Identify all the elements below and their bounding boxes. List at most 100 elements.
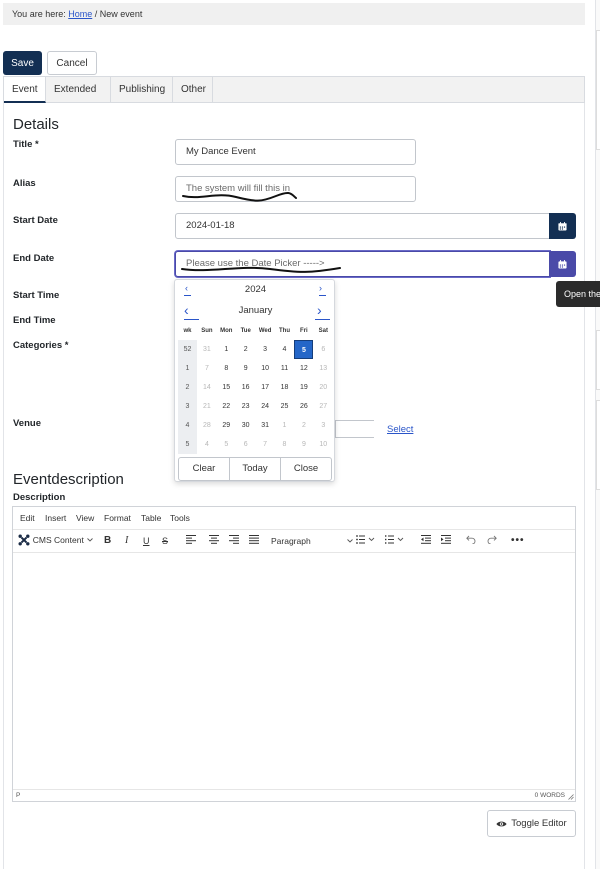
day-cell[interactable]: 4 (197, 435, 216, 454)
day-cell[interactable]: 8 (217, 359, 236, 378)
day-cell[interactable]: 30 (236, 416, 255, 435)
day-cell[interactable]: 11 (275, 359, 294, 378)
align-right-icon[interactable] (229, 535, 239, 548)
cancel-button[interactable]: Cancel (47, 51, 97, 75)
menu-edit[interactable]: Edit (20, 513, 35, 523)
menu-view[interactable]: View (76, 513, 94, 523)
italic-icon[interactable]: I (125, 535, 128, 547)
day-cell[interactable]: 27 (314, 397, 333, 416)
day-cell[interactable]: 1 (275, 416, 294, 435)
day-cell[interactable]: 15 (217, 378, 236, 397)
day-cell[interactable]: 31 (256, 416, 275, 435)
more-options-icon[interactable]: ••• (511, 535, 525, 547)
undo-icon[interactable] (466, 535, 476, 548)
cms-content-label: CMS Content (32, 535, 84, 545)
toggle-editor-button[interactable]: Toggle Editor (487, 810, 576, 837)
selected-day[interactable]: 5 (294, 340, 314, 359)
bold-icon[interactable]: B (104, 535, 111, 547)
tab-publishing[interactable]: Publishing (111, 77, 173, 103)
menu-format[interactable]: Format (104, 513, 131, 523)
end-date-calendar-button[interactable] (549, 251, 576, 277)
breadcrumb-home-link[interactable]: Home (68, 9, 92, 19)
strikethrough-icon[interactable]: S (162, 535, 168, 547)
menu-table[interactable]: Table (141, 513, 161, 523)
day-cell[interactable]: 21 (197, 397, 216, 416)
day-cell[interactable]: 18 (275, 378, 294, 397)
status-path: P (16, 792, 21, 799)
week-number: 5 (178, 435, 197, 454)
editor-statusbar: P 0 WORDS (13, 789, 575, 801)
day-cell[interactable]: 29 (217, 416, 236, 435)
start-date-calendar-button[interactable] (549, 213, 576, 239)
start-date-input[interactable]: 2024-01-18 (175, 213, 550, 239)
day-cell[interactable]: 10 (256, 359, 275, 378)
menu-tools[interactable]: Tools (170, 513, 190, 523)
day-cell[interactable]: 7 (256, 435, 275, 454)
day-cell[interactable]: 10 (314, 435, 333, 454)
clear-button[interactable]: Clear (179, 458, 230, 480)
underline-icon[interactable]: U (143, 535, 150, 547)
day-cell[interactable]: 2 (294, 416, 313, 435)
tab-extended[interactable]: Extended (46, 77, 111, 103)
tab-other[interactable]: Other (173, 77, 213, 103)
venue-select-link[interactable]: Select (387, 424, 413, 435)
day-cell[interactable]: 14 (197, 378, 216, 397)
end-date-input[interactable]: Please use the Date Picker -----> (175, 251, 550, 277)
day-cell[interactable]: 22 (217, 397, 236, 416)
day-cell[interactable]: 9 (294, 435, 313, 454)
day-cell[interactable]: 3 (314, 416, 333, 435)
today-button[interactable]: Today (230, 458, 281, 480)
next-month-button[interactable]: › (317, 302, 322, 318)
block-format-label: Paragraph (271, 536, 311, 546)
redo-icon[interactable] (487, 535, 497, 548)
save-button[interactable]: Save (3, 51, 42, 75)
day-cell[interactable]: 20 (314, 378, 333, 397)
day-cell[interactable]: 16 (236, 378, 255, 397)
numbered-list-icon[interactable] (385, 535, 404, 548)
indent-icon[interactable] (441, 535, 451, 548)
weekday-header: Mon (220, 328, 233, 334)
align-left-icon[interactable] (186, 535, 196, 548)
day-cell[interactable]: 24 (256, 397, 275, 416)
day-cell[interactable]: 13 (314, 359, 333, 378)
align-justify-icon[interactable] (249, 535, 259, 548)
tab-event[interactable]: Event (4, 77, 46, 103)
block-format-select[interactable]: Paragraph (271, 535, 355, 547)
cms-content-button[interactable]: CMS Content (18, 534, 93, 547)
bullet-list-icon[interactable] (356, 535, 375, 548)
alias-input[interactable]: The system will fill this in (175, 176, 416, 202)
day-cell[interactable]: 2 (236, 340, 255, 359)
day-cell[interactable]: 17 (256, 378, 275, 397)
day-cell[interactable]: 19 (294, 378, 313, 397)
day-cell[interactable]: 1 (217, 340, 236, 359)
week-row: 3 21 22 23 24 25 26 27 (178, 397, 339, 417)
day-cell[interactable]: 7 (197, 359, 216, 378)
venue-input[interactable] (335, 420, 374, 438)
outdent-icon[interactable] (421, 535, 431, 548)
editor-content-area[interactable] (13, 554, 575, 789)
day-cell[interactable]: 4 (275, 340, 294, 359)
title-input[interactable]: My Dance Event (175, 139, 416, 165)
day-cell[interactable]: 12 (294, 359, 313, 378)
day-cell[interactable]: 8 (275, 435, 294, 454)
day-cell[interactable]: 5 (217, 435, 236, 454)
day-cell[interactable]: 3 (256, 340, 275, 359)
end-date-label: End Date (13, 253, 55, 264)
day-cell[interactable]: 6 (236, 435, 255, 454)
close-button[interactable]: Close (281, 458, 331, 480)
editor-menubar: Edit Insert View Format Table Tools (13, 507, 575, 529)
day-cell[interactable]: 28 (197, 416, 216, 435)
align-center-icon[interactable] (209, 535, 219, 548)
next-year-button[interactable]: › (319, 283, 322, 293)
day-cell[interactable]: 23 (236, 397, 255, 416)
day-cell[interactable]: 31 (197, 340, 216, 359)
day-cell[interactable]: 26 (294, 397, 313, 416)
day-cell[interactable]: 25 (275, 397, 294, 416)
start-date-label: Start Date (13, 215, 58, 226)
sidebar-box (596, 30, 600, 150)
menu-insert[interactable]: Insert (45, 513, 66, 523)
day-cell[interactable]: 6 (314, 340, 333, 359)
resize-handle-icon[interactable] (568, 794, 574, 800)
day-cell[interactable]: 9 (236, 359, 255, 378)
start-time-label: Start Time (13, 290, 60, 301)
